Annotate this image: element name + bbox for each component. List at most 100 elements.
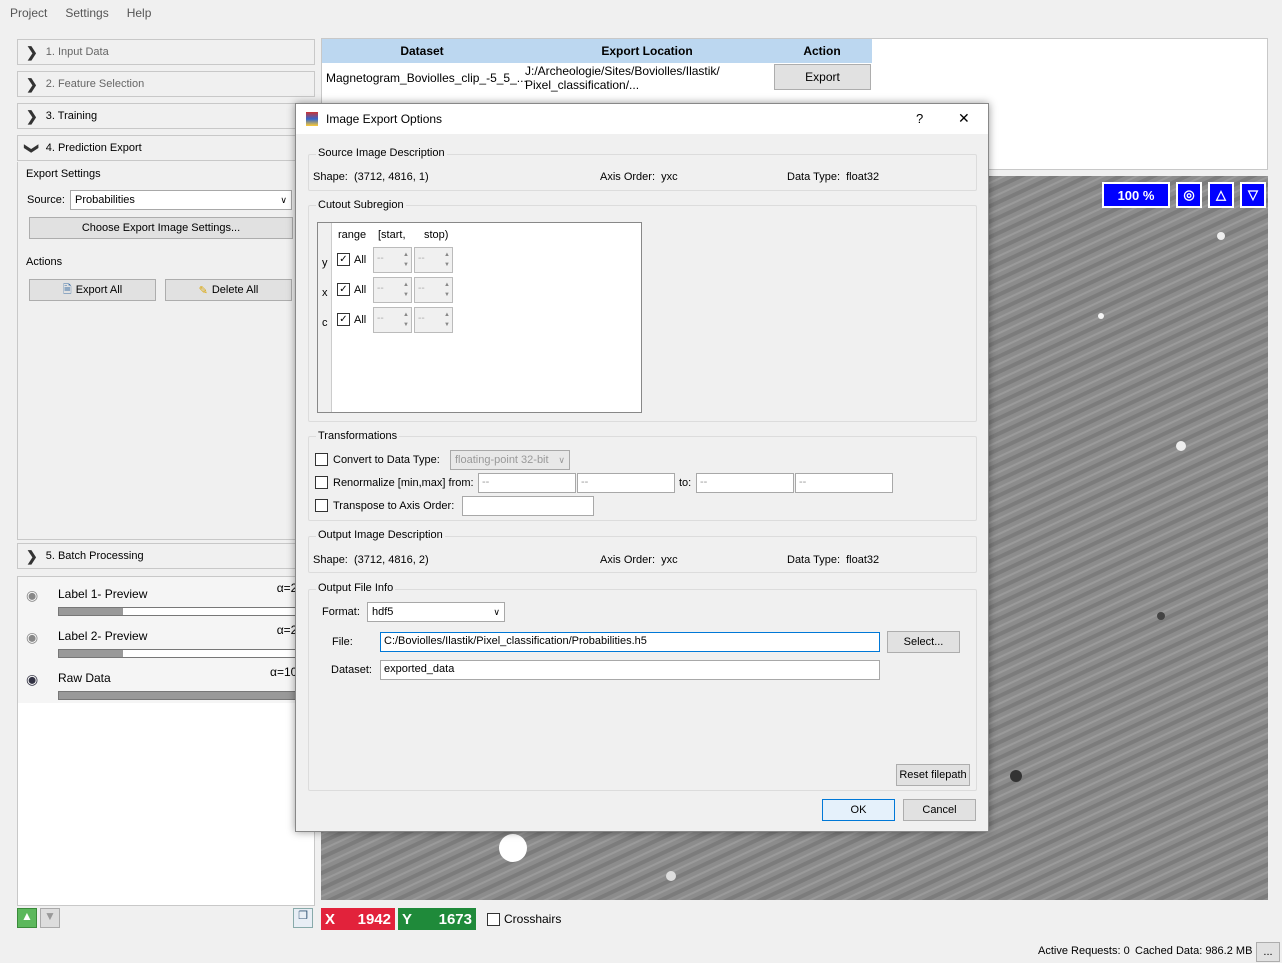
file-path-input[interactable]: C:/Boviolles/Ilastik/Pixel_classificatio…: [380, 632, 880, 652]
export-all-button[interactable]: 🗎 Export All: [29, 279, 156, 301]
c-stop-spinbox[interactable]: -- ▲ ▼: [414, 307, 453, 333]
triangle-down-icon[interactable]: ▽: [1240, 182, 1266, 208]
y-coordinate: Y 1673: [398, 908, 476, 930]
renorm-to-min[interactable]: --: [696, 473, 794, 493]
menu-project[interactable]: Project: [10, 6, 47, 20]
datatype-select[interactable]: floating-point 32-bit ∨: [450, 450, 570, 470]
dialog-titlebar: Image Export Options ? ✕: [296, 104, 988, 134]
chevron-down-icon: ∨: [558, 454, 565, 465]
active-requests: Active Requests: 0: [1038, 945, 1130, 957]
dataset-name-input[interactable]: exported_data: [380, 660, 880, 680]
crosshairs-checkbox[interactable]: Crosshairs: [487, 912, 561, 926]
table-cell-location-line2[interactable]: Pixel_classification/...: [525, 78, 639, 92]
renorm-from-max[interactable]: --: [577, 473, 675, 493]
output-axis-order: Axis Order: yxc: [600, 554, 678, 566]
arrow-down-icon[interactable]: ▼: [40, 908, 60, 928]
layer-export-icon[interactable]: ❐: [293, 908, 313, 928]
applet-input-data[interactable]: ❯ 1. Input Data: [17, 39, 315, 65]
more-button[interactable]: ...: [1256, 942, 1280, 962]
export-icon: 🗎: [62, 283, 72, 296]
triangle-up-icon[interactable]: △: [1208, 182, 1234, 208]
y-stop-spinbox[interactable]: -- ▲ ▼: [414, 247, 453, 273]
eye-icon[interactable]: ◉: [26, 587, 38, 604]
dialog-title: Image Export Options: [326, 112, 443, 126]
checkbox[interactable]: [487, 912, 500, 926]
chevron-down-icon: ❯: [24, 142, 41, 154]
header-range: range: [338, 229, 367, 241]
opacity-slider[interactable]: [58, 607, 314, 616]
ok-button[interactable]: OK: [822, 799, 895, 821]
format-select[interactable]: hdf5 ∨: [367, 602, 505, 622]
axis-y-label: y: [322, 257, 328, 269]
source-desc-title: Source Image Description: [316, 147, 447, 159]
eye-icon[interactable]: ◉: [26, 671, 38, 688]
col-action: Action: [772, 39, 872, 63]
x-start-spinbox[interactable]: -- ▲ ▼: [373, 277, 412, 303]
choose-export-image-settings-button[interactable]: Choose Export Image Settings...: [29, 217, 293, 239]
reset-filepath-button[interactable]: Reset filepath: [896, 764, 970, 786]
renorm-from-min[interactable]: --: [478, 473, 576, 493]
menu-help[interactable]: Help: [127, 6, 152, 20]
table-cell-location-line1[interactable]: J:/Archeologie/Sites/Boviolles/Ilastik/: [525, 64, 720, 78]
delete-all-button[interactable]: ✎ Delete All: [165, 279, 292, 301]
source-select[interactable]: Probabilities ∨: [70, 190, 292, 210]
axis-x-label: x: [322, 287, 328, 299]
image-export-options-dialog: Image Export Options ? ✕ Source Image De…: [295, 103, 989, 832]
y-start-spinbox[interactable]: -- ▲ ▼: [373, 247, 412, 273]
transpose-axis-input[interactable]: [462, 496, 594, 516]
chevron-down-icon: ∨: [493, 606, 500, 617]
c-start-spinbox[interactable]: -- ▲ ▼: [373, 307, 412, 333]
chevron-right-icon: ❯: [26, 547, 38, 564]
output-data-type: Data Type: float32: [787, 554, 880, 566]
convert-datatype-checkbox[interactable]: Convert to Data Type:: [315, 453, 440, 466]
x-all-checkbox[interactable]: ✓ All: [337, 283, 366, 296]
x-coordinate: X 1942: [321, 908, 395, 930]
camera-icon[interactable]: ◎: [1176, 182, 1202, 208]
export-row-button[interactable]: Export: [774, 64, 871, 90]
output-desc-title: Output Image Description: [316, 529, 445, 541]
select-file-button[interactable]: Select...: [887, 631, 960, 653]
chevron-right-icon: ❯: [26, 75, 38, 92]
source-label: Source:: [27, 194, 65, 206]
layer-label1-preview[interactable]: ◉ Label 1- Preview α=25.0: [18, 577, 316, 619]
c-all-checkbox[interactable]: ✓ All: [337, 313, 366, 326]
col-export-location: Export Location: [522, 39, 772, 63]
arrow-up-icon[interactable]: ▲: [17, 908, 37, 928]
help-button[interactable]: ?: [916, 111, 923, 126]
layer-raw-data[interactable]: ◉ Raw Data α=100.0: [18, 661, 316, 703]
eye-icon[interactable]: ◉: [26, 629, 38, 646]
renormalize-checkbox[interactable]: Renormalize [min,max] from:: [315, 476, 474, 489]
header-stop: stop): [424, 229, 449, 241]
axis-c-label: c: [322, 317, 328, 329]
app-icon: [306, 112, 318, 126]
opacity-slider[interactable]: [58, 649, 314, 658]
prediction-export-pane: Export Settings Source: Probabilities ∨ …: [17, 162, 315, 540]
x-stop-spinbox[interactable]: -- ▲ ▼: [414, 277, 453, 303]
output-file-info-title: Output File Info: [316, 582, 396, 594]
broom-icon: ✎: [198, 284, 208, 297]
menu-settings[interactable]: Settings: [65, 6, 108, 20]
cancel-button[interactable]: Cancel: [903, 799, 976, 821]
header-start: [start,: [378, 229, 406, 241]
applet-batch-processing[interactable]: ❯ 5. Batch Processing: [17, 543, 315, 569]
menu-bar: Project Settings Help: [0, 0, 1282, 26]
source-data-type: Data Type: float32: [787, 171, 880, 183]
dataset-label: Dataset:: [331, 664, 372, 676]
cutout-table: range [start, stop) y ✓ All -- ▲ ▼ -- ▲ ▼ x ✓…: [317, 222, 642, 413]
file-label: File:: [332, 636, 353, 648]
renorm-to-max[interactable]: --: [795, 473, 893, 493]
transpose-checkbox[interactable]: Transpose to Axis Order:: [315, 499, 454, 512]
opacity-slider[interactable]: [58, 691, 314, 700]
chevron-right-icon: ❯: [26, 107, 38, 124]
applet-feature-selection[interactable]: ❯ 2. Feature Selection: [17, 71, 315, 97]
applet-prediction-export[interactable]: ❯ 4. Prediction Export: [17, 135, 315, 161]
applet-training[interactable]: ❯ 3. Training: [17, 103, 315, 129]
y-all-checkbox[interactable]: ✓ All: [337, 253, 366, 266]
layer-list: ◉ Label 1- Preview α=25.0 ◉ Label 2- Pre…: [17, 576, 316, 906]
output-shape: Shape: (3712, 4816, 2): [313, 554, 429, 566]
actions-title: Actions: [26, 256, 63, 268]
table-cell-dataset[interactable]: Magnetogram_Boviolles_clip_-5_5_...: [326, 71, 527, 85]
close-icon[interactable]: ✕: [958, 110, 970, 127]
zoom-level-button[interactable]: 100 %: [1102, 182, 1170, 208]
layer-label2-preview[interactable]: ◉ Label 2- Preview α=25.0: [18, 619, 316, 661]
